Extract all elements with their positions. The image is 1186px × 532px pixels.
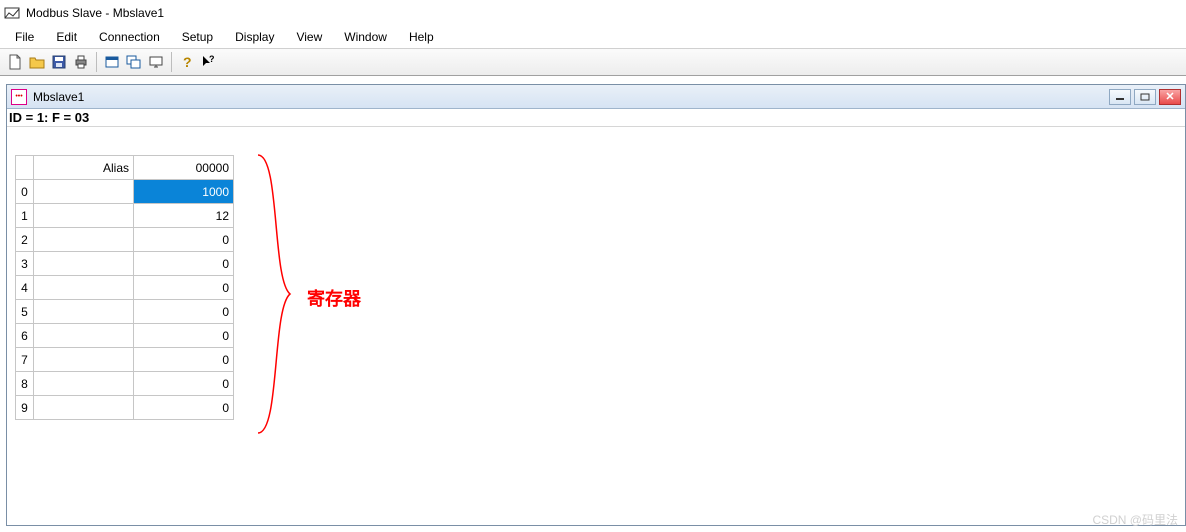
menubar: File Edit Connection Setup Display View … bbox=[0, 26, 1186, 48]
alias-cell[interactable] bbox=[34, 276, 134, 300]
grid-header-row: Alias 00000 bbox=[16, 156, 234, 180]
table-row[interactable]: 30 bbox=[16, 252, 234, 276]
menu-setup[interactable]: Setup bbox=[171, 28, 224, 46]
toolbar-separator bbox=[171, 52, 172, 72]
toolbar: ? ? bbox=[0, 48, 1186, 76]
row-index-cell[interactable]: 4 bbox=[16, 276, 34, 300]
alias-cell[interactable] bbox=[34, 252, 134, 276]
grid-corner-cell[interactable] bbox=[16, 156, 34, 180]
table-row[interactable]: 0 1000 bbox=[16, 180, 234, 204]
table-row[interactable]: 20 bbox=[16, 228, 234, 252]
row-index-cell[interactable]: 0 bbox=[16, 180, 34, 204]
alias-cell[interactable] bbox=[34, 348, 134, 372]
row-index-cell[interactable]: 7 bbox=[16, 348, 34, 372]
windows-icon[interactable] bbox=[123, 51, 145, 73]
app-icon bbox=[4, 5, 20, 21]
alias-cell[interactable] bbox=[34, 204, 134, 228]
whats-this-icon[interactable]: ? bbox=[198, 51, 220, 73]
app-title: Modbus Slave - Mbslave1 bbox=[26, 6, 164, 20]
annotation-label: 寄存器 bbox=[307, 285, 361, 311]
value-cell[interactable]: 1000 bbox=[134, 180, 234, 204]
row-index-cell[interactable]: 8 bbox=[16, 372, 34, 396]
minimize-button[interactable] bbox=[1109, 89, 1131, 105]
row-index-cell[interactable]: 6 bbox=[16, 324, 34, 348]
value-cell[interactable]: 0 bbox=[134, 348, 234, 372]
close-button[interactable]: ✕ bbox=[1159, 89, 1181, 105]
alias-cell[interactable] bbox=[34, 180, 134, 204]
row-index-cell[interactable]: 9 bbox=[16, 396, 34, 420]
value-cell[interactable]: 0 bbox=[134, 396, 234, 420]
row-index-cell[interactable]: 1 bbox=[16, 204, 34, 228]
value-cell[interactable]: 0 bbox=[134, 276, 234, 300]
value-cell[interactable]: 12 bbox=[134, 204, 234, 228]
document-icon: ••• bbox=[11, 89, 27, 105]
menu-connection[interactable]: Connection bbox=[88, 28, 171, 46]
grid-header-alias[interactable]: Alias bbox=[34, 156, 134, 180]
menu-display[interactable]: Display bbox=[224, 28, 285, 46]
menu-file[interactable]: File bbox=[4, 28, 45, 46]
print-icon[interactable] bbox=[70, 51, 92, 73]
mdi-area: ••• Mbslave1 ✕ ID = 1: F = 03 Alias 0000… bbox=[0, 76, 1186, 532]
svg-text:?: ? bbox=[209, 54, 215, 64]
value-cell[interactable]: 0 bbox=[134, 252, 234, 276]
value-cell[interactable]: 0 bbox=[134, 372, 234, 396]
child-title: Mbslave1 bbox=[33, 90, 1109, 104]
alias-cell[interactable] bbox=[34, 300, 134, 324]
table-row[interactable]: 80 bbox=[16, 372, 234, 396]
register-grid[interactable]: Alias 00000 010001122030405060708090 bbox=[15, 155, 234, 420]
table-row[interactable]: 40 bbox=[16, 276, 234, 300]
maximize-button[interactable] bbox=[1134, 89, 1156, 105]
status-text: ID = 1: F = 03 bbox=[7, 109, 1185, 127]
toolbar-separator bbox=[96, 52, 97, 72]
window-controls: ✕ bbox=[1109, 89, 1181, 105]
child-titlebar[interactable]: ••• Mbslave1 ✕ bbox=[7, 85, 1185, 109]
menu-view[interactable]: View bbox=[285, 28, 333, 46]
svg-text:?: ? bbox=[183, 54, 192, 70]
table-row[interactable]: 60 bbox=[16, 324, 234, 348]
value-cell[interactable]: 0 bbox=[134, 300, 234, 324]
alias-cell[interactable] bbox=[34, 396, 134, 420]
register-grid-wrap: Alias 00000 010001122030405060708090 bbox=[7, 127, 1185, 420]
row-index-cell[interactable]: 3 bbox=[16, 252, 34, 276]
table-row[interactable]: 50 bbox=[16, 300, 234, 324]
help-icon[interactable]: ? bbox=[176, 51, 198, 73]
value-cell[interactable]: 0 bbox=[134, 228, 234, 252]
app-titlebar: Modbus Slave - Mbslave1 bbox=[0, 0, 1186, 26]
child-window: ••• Mbslave1 ✕ ID = 1: F = 03 Alias 0000… bbox=[6, 84, 1186, 526]
window-icon[interactable] bbox=[101, 51, 123, 73]
menu-window[interactable]: Window bbox=[333, 28, 398, 46]
alias-cell[interactable] bbox=[34, 228, 134, 252]
table-row[interactable]: 70 bbox=[16, 348, 234, 372]
monitor-icon[interactable] bbox=[145, 51, 167, 73]
alias-cell[interactable] bbox=[34, 372, 134, 396]
table-row[interactable]: 1 12 bbox=[16, 204, 234, 228]
new-file-icon[interactable] bbox=[4, 51, 26, 73]
grid-header-value[interactable]: 00000 bbox=[134, 156, 234, 180]
alias-cell[interactable] bbox=[34, 324, 134, 348]
watermark: CSDN @码里法 bbox=[1092, 511, 1178, 528]
row-index-cell[interactable]: 5 bbox=[16, 300, 34, 324]
table-row[interactable]: 90 bbox=[16, 396, 234, 420]
save-icon[interactable] bbox=[48, 51, 70, 73]
menu-help[interactable]: Help bbox=[398, 28, 445, 46]
value-cell[interactable]: 0 bbox=[134, 324, 234, 348]
row-index-cell[interactable]: 2 bbox=[16, 228, 34, 252]
open-file-icon[interactable] bbox=[26, 51, 48, 73]
child-body: ID = 1: F = 03 Alias 00000 0100011220304… bbox=[7, 109, 1185, 420]
menu-edit[interactable]: Edit bbox=[45, 28, 88, 46]
